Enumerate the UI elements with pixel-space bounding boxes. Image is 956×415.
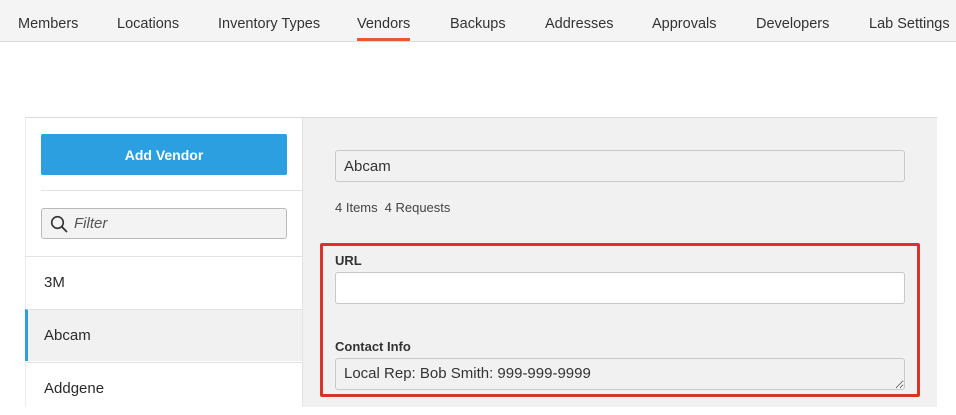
items-count[interactable]: 4 Items — [335, 200, 378, 215]
vendor-list-item-addgene[interactable]: Addgene — [25, 362, 302, 414]
vendor-name: 3M — [44, 274, 65, 291]
vendor-name-field[interactable] — [335, 150, 905, 182]
filter-input[interactable] — [74, 209, 282, 238]
contact-info-label: Contact Info — [335, 339, 411, 354]
search-icon — [50, 215, 68, 233]
settings-tab-bar: Members Locations Inventory Types Vendor… — [0, 0, 956, 42]
tab-approvals[interactable]: Approvals — [652, 0, 716, 42]
tab-backups[interactable]: Backups — [450, 0, 506, 42]
vendor-name: Abcam — [44, 327, 91, 344]
add-vendor-button[interactable]: Add Vendor — [41, 134, 287, 175]
url-label: URL — [335, 253, 362, 268]
tab-members[interactable]: Members — [18, 0, 78, 42]
sidebar-divider — [41, 190, 302, 191]
tab-developers[interactable]: Developers — [756, 0, 829, 42]
tab-lab-settings[interactable]: Lab Settings — [869, 0, 950, 42]
url-field[interactable] — [335, 272, 905, 304]
contact-info-field[interactable]: Local Rep: Bob Smith: 999-999-9999 — [335, 358, 905, 390]
tab-inventory-types[interactable]: Inventory Types — [218, 0, 320, 42]
tab-locations[interactable]: Locations — [117, 0, 179, 42]
vendor-name: Addgene — [44, 380, 105, 397]
tab-vendors[interactable]: Vendors — [357, 0, 411, 42]
vendor-counts: 4 Items 4 Requests — [335, 200, 450, 215]
tab-addresses[interactable]: Addresses — [545, 0, 614, 42]
vendor-list-item-abcam[interactable]: Abcam — [25, 309, 302, 361]
vendor-list-item-3m[interactable]: 3M — [25, 256, 302, 308]
filter-field[interactable] — [41, 208, 287, 239]
requests-count[interactable]: 4 Requests — [385, 200, 451, 215]
